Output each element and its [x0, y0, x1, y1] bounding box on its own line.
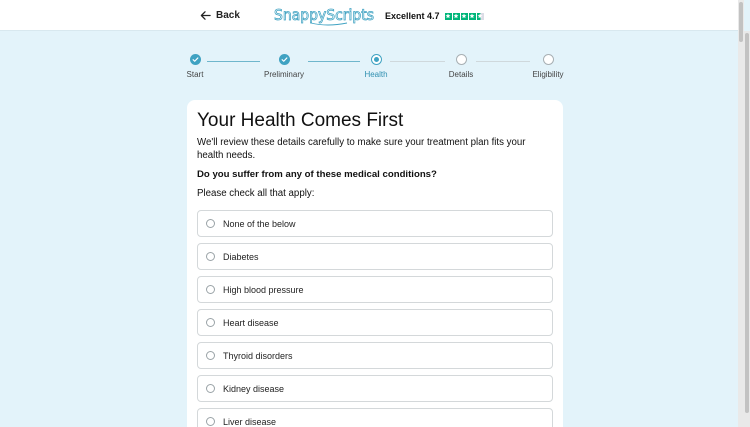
rating-stars	[444, 12, 484, 20]
pending-step-icon	[542, 54, 554, 65]
option-diabetes[interactable]: Diabetes	[197, 243, 553, 270]
step-label: Details	[448, 70, 474, 79]
star-icon	[452, 12, 460, 20]
back-button[interactable]: Back	[200, 8, 240, 22]
progress-stepper: Start Preliminary Health Details Eligibi…	[0, 54, 744, 84]
option-none-of-the-below[interactable]: None of the below	[197, 210, 553, 237]
brand-name: SnappyScripts	[274, 6, 374, 24]
check-icon	[278, 54, 290, 65]
question-text: Do you suffer from any of these medical …	[197, 169, 437, 180]
content-scrollbar-thumb[interactable]	[745, 33, 749, 413]
radio-icon[interactable]	[206, 417, 215, 426]
step-preliminary: Preliminary	[244, 54, 324, 79]
radio-icon[interactable]	[206, 318, 215, 327]
option-high-blood-pressure[interactable]: High blood pressure	[197, 276, 553, 303]
star-icon	[468, 12, 476, 20]
scrollbar-thumb[interactable]	[739, 2, 743, 42]
step-eligibility: Eligibility	[508, 54, 588, 79]
back-label: Back	[216, 9, 240, 21]
option-thyroid-disorders[interactable]: Thyroid disorders	[197, 342, 553, 369]
arrow-left-icon	[200, 10, 211, 20]
rating-label: Excellent 4.7	[385, 11, 440, 21]
intro-text: We'll review these details carefully to …	[197, 137, 526, 161]
option-label: Liver disease	[223, 416, 277, 427]
star-icon	[444, 12, 452, 20]
trustpilot-rating[interactable]: Excellent 4.7	[385, 10, 484, 22]
step-label: Start	[186, 70, 204, 79]
option-label: Heart disease	[223, 317, 279, 328]
star-icon	[460, 12, 468, 20]
radio-icon[interactable]	[206, 252, 215, 261]
option-kidney-disease[interactable]: Kidney disease	[197, 375, 553, 402]
health-question-card: Your Health Comes First We'll review the…	[187, 100, 563, 427]
top-header: Back SnappyScripts Excellent 4.7	[0, 0, 744, 427]
pending-step-icon	[455, 54, 467, 65]
option-label: High blood pressure	[223, 284, 304, 295]
content-scrollbar[interactable]	[744, 31, 750, 427]
check-icon	[189, 54, 201, 65]
option-label: Diabetes	[223, 251, 259, 262]
step-label: Eligibility	[532, 70, 564, 79]
step-health: Health	[336, 54, 416, 79]
step-details: Details	[421, 54, 501, 79]
option-liver-disease[interactable]: Liver disease	[197, 408, 553, 427]
radio-icon[interactable]	[206, 285, 215, 294]
option-label: Thyroid disorders	[223, 350, 293, 361]
step-label: Preliminary	[263, 70, 304, 79]
step-start: Start	[155, 54, 235, 79]
step-label: Health	[364, 70, 388, 79]
snappyscripts-logo[interactable]: SnappyScripts	[273, 3, 377, 27]
page-title: Your Health Comes First	[197, 110, 404, 131]
radio-icon[interactable]	[206, 219, 215, 228]
star-icon	[476, 12, 484, 20]
option-label: None of the below	[223, 218, 296, 229]
radio-icon[interactable]	[206, 351, 215, 360]
instruction-text: Please check all that apply:	[197, 188, 315, 199]
current-step-icon	[370, 54, 382, 65]
radio-icon[interactable]	[206, 384, 215, 393]
option-heart-disease[interactable]: Heart disease	[197, 309, 553, 336]
option-label: Kidney disease	[223, 383, 285, 394]
